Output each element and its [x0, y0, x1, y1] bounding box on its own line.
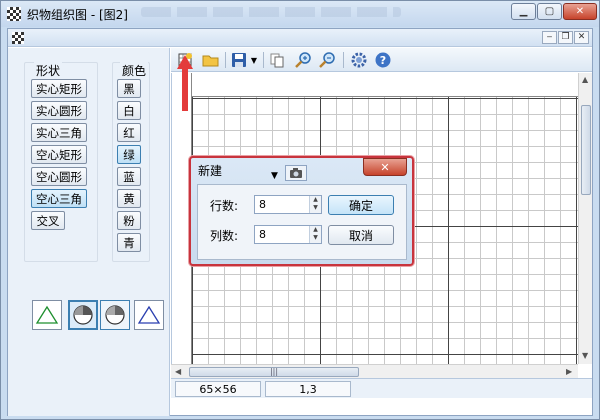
color-button-7[interactable]: 青	[117, 233, 141, 252]
color-button-6[interactable]: 粉	[117, 211, 141, 230]
app-checker-icon	[7, 7, 21, 21]
new-grid-dialog: 新建 ▼ ✕ 行数: 8 ▲ ▼ 确定 列数: 8 ▲ ▼ 取消	[189, 156, 414, 266]
status-cursor-position: 1,3	[265, 381, 351, 397]
window-title: 织物组织图 - [图2]	[27, 8, 128, 22]
svg-text:?: ?	[380, 54, 386, 67]
rows-stepper[interactable]: 8 ▲ ▼	[254, 195, 322, 214]
status-grid-size: 65×56	[175, 381, 261, 397]
preview-blue-triangle[interactable]	[134, 300, 164, 330]
scroll-down-icon[interactable]: ▼	[582, 351, 588, 360]
cols-label: 列数:	[210, 229, 239, 243]
annotation-arrow-icon	[177, 55, 193, 111]
rows-down-icon[interactable]: ▼	[310, 204, 321, 212]
shape-button-4[interactable]: 空心圆形	[31, 167, 87, 186]
maximize-button[interactable]: ▢	[537, 3, 562, 20]
help-icon[interactable]: ?	[373, 51, 393, 69]
zoom-out-icon[interactable]	[317, 51, 337, 69]
vertical-scrollbar[interactable]: ▲ ▼	[578, 73, 592, 364]
scroll-up-icon[interactable]: ▲	[582, 75, 588, 84]
rows-label: 行数:	[210, 199, 239, 213]
horizontal-scroll-thumb[interactable]: |||	[189, 367, 359, 377]
close-button[interactable]: ✕	[563, 3, 597, 20]
minimize-button[interactable]: ▁	[511, 3, 536, 20]
scroll-right-icon[interactable]: ▶	[566, 367, 572, 376]
dialog-title: 新建	[198, 164, 223, 178]
cols-stepper-buttons[interactable]: ▲ ▼	[309, 226, 321, 243]
preview-pattern-b[interactable]	[100, 300, 130, 330]
dialog-body: 行数: 8 ▲ ▼ 确定 列数: 8 ▲ ▼ 取消	[197, 184, 407, 260]
dialog-dropdown-icon[interactable]: ▼	[271, 171, 278, 181]
dropdown-icon[interactable]: ▼	[249, 51, 259, 69]
open-folder-icon[interactable]	[201, 51, 221, 69]
rows-stepper-buttons[interactable]: ▲ ▼	[309, 196, 321, 213]
circle-quadrant-icon	[73, 305, 93, 325]
color-button-1[interactable]: 白	[117, 101, 141, 120]
status-bar: 65×56 1,3	[171, 378, 592, 398]
rows-value[interactable]: 8	[259, 198, 266, 211]
horizontal-scrollbar[interactable]: ◀ ||| ▶	[171, 364, 578, 378]
camera-icon[interactable]	[285, 165, 307, 181]
color-group: 黑白红绿蓝黄粉青	[112, 62, 150, 262]
shape-button-0[interactable]: 实心矩形	[31, 79, 87, 98]
rows-up-icon[interactable]: ▲	[310, 196, 321, 204]
blue-triangle-icon	[137, 305, 161, 324]
shape-button-3[interactable]: 空心矩形	[31, 145, 87, 164]
mdi-checker-icon	[12, 32, 24, 44]
color-button-5[interactable]: 黄	[117, 189, 141, 208]
save-icon[interactable]	[229, 51, 249, 69]
left-panel: 实心矩形实心圆形实心三角空心矩形空心圆形空心三角交叉 形状 黑白红绿蓝黄粉青 颜…	[8, 48, 170, 416]
color-button-3[interactable]: 绿	[117, 145, 141, 164]
main-window: 织物组织图 - [图2] ▁ ▢ ✕ ‒ ❐ ✕ 实心矩形实心圆形实心三角空心矩…	[0, 0, 600, 420]
scroll-left-icon[interactable]: ◀	[175, 367, 181, 376]
vertical-scroll-thumb[interactable]	[581, 105, 591, 195]
cols-down-icon[interactable]: ▼	[310, 234, 321, 242]
preview-hollow-triangle[interactable]	[32, 300, 62, 330]
zoom-in-icon[interactable]	[293, 51, 313, 69]
mdi-restore-button[interactable]: ❐	[558, 31, 573, 44]
cols-up-icon[interactable]: ▲	[310, 226, 321, 234]
shape-group: 实心矩形实心圆形实心三角空心矩形空心圆形空心三角交叉	[24, 62, 98, 262]
color-button-0[interactable]: 黑	[117, 79, 141, 98]
cols-stepper[interactable]: 8 ▲ ▼	[254, 225, 322, 244]
title-blurred-menu	[141, 7, 401, 17]
ok-button[interactable]: 确定	[328, 195, 394, 215]
toolbar: ▼ ?	[171, 48, 592, 72]
circle-quadrant-icon	[105, 305, 125, 325]
cancel-button[interactable]: 取消	[328, 225, 394, 245]
mdi-close-button[interactable]: ✕	[574, 31, 589, 44]
mdi-title-bar[interactable]: ‒ ❐ ✕	[8, 29, 592, 47]
shape-button-6[interactable]: 交叉	[31, 211, 65, 230]
cols-value[interactable]: 8	[259, 228, 266, 241]
color-button-4[interactable]: 蓝	[117, 167, 141, 186]
dialog-close-button[interactable]: ✕	[363, 158, 407, 176]
title-bar[interactable]: 织物组织图 - [图2] ▁ ▢ ✕	[1, 1, 599, 27]
mdi-minimize-button[interactable]: ‒	[542, 31, 557, 44]
preview-pattern-a[interactable]	[68, 300, 98, 330]
green-triangle-icon	[35, 305, 59, 324]
copy-icon[interactable]	[267, 51, 287, 69]
shape-button-5[interactable]: 空心三角	[31, 189, 87, 208]
shape-group-title: 形状	[34, 62, 63, 79]
top-ruler	[172, 73, 579, 97]
color-group-title: 颜色	[120, 62, 149, 79]
color-button-2[interactable]: 红	[117, 123, 141, 142]
shape-button-2[interactable]: 实心三角	[31, 123, 87, 142]
shape-button-1[interactable]: 实心圆形	[31, 101, 87, 120]
settings-gear-icon[interactable]	[349, 51, 369, 69]
